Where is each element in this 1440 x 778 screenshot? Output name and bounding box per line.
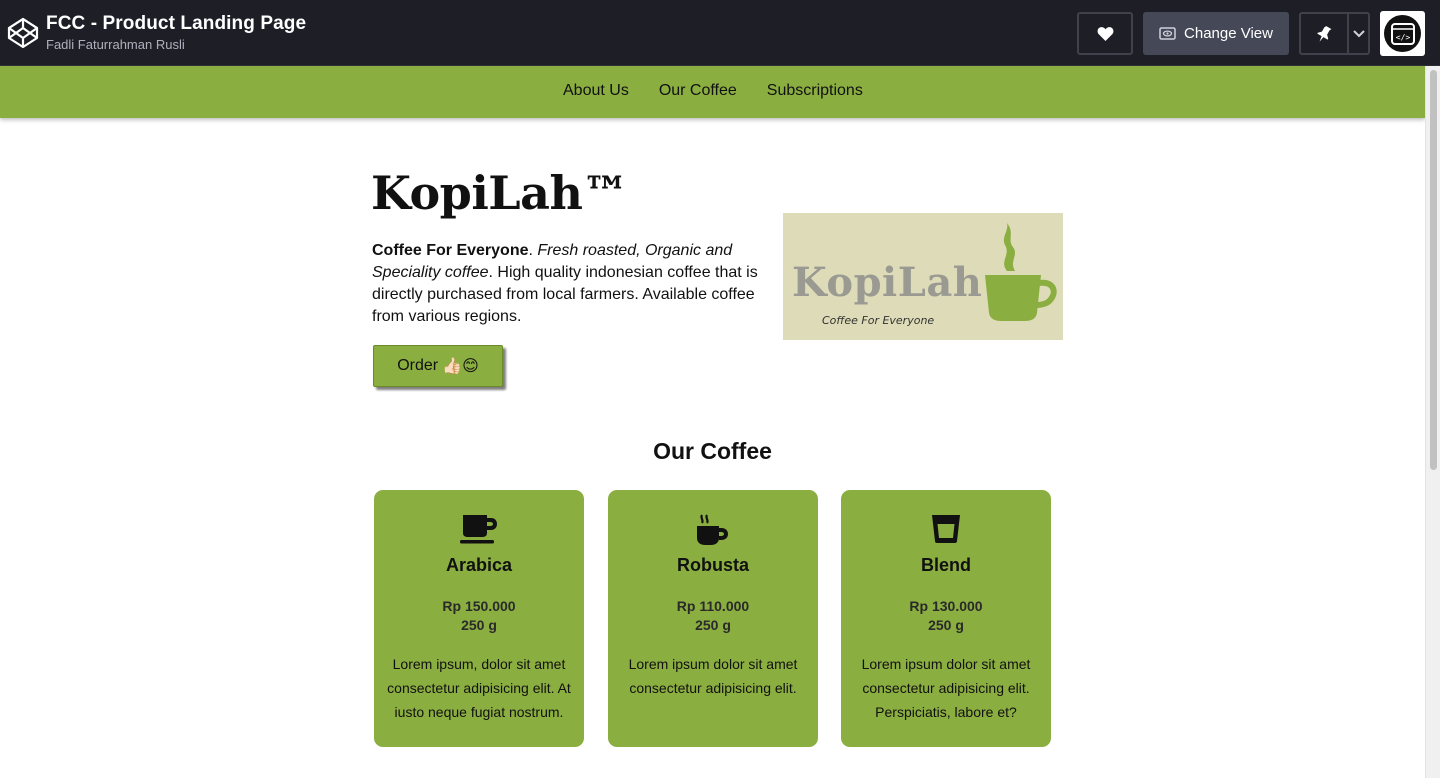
product-price: Rp 130.000	[909, 598, 983, 614]
svg-text:</>: </>	[1395, 33, 1410, 42]
logo-tagline: Coffee For Everyone	[822, 314, 935, 327]
order-button[interactable]: Order 👍🏻😊	[373, 345, 503, 387]
product-price: Rp 110.000	[676, 598, 750, 614]
nav-link-subscriptions[interactable]: Subscriptions	[767, 82, 863, 100]
user-avatar[interactable]: </>	[1380, 11, 1425, 56]
kopilah-logo-image: KopiLah Coffee For Everyone	[783, 213, 1063, 340]
codepen-header: FCC - Product Landing Page Fadli Faturra…	[0, 0, 1440, 66]
mug-icon	[460, 515, 497, 544]
change-view-button[interactable]: Change View	[1143, 12, 1289, 55]
site-navbar: About Us Our Coffee Subscriptions	[0, 66, 1425, 118]
order-label: Order	[397, 357, 439, 374]
pin-toggle[interactable]	[1301, 14, 1349, 53]
eye-icon	[1159, 27, 1176, 40]
intro-bold: Coffee For Everyone	[372, 242, 529, 259]
product-name: Blend	[920, 555, 971, 575]
product-price-block: Rp 110.000 250 g	[608, 597, 818, 635]
our-coffee-heading: Our Coffee	[653, 438, 772, 464]
product-description: Lorem ipsum, dolor sit amet consectetur …	[387, 656, 571, 720]
scrollbar-thumb[interactable]	[1430, 70, 1437, 470]
product-weight: 250 g	[928, 617, 964, 633]
product-weight: 250 g	[461, 617, 497, 633]
pen-author[interactable]: Fadli Faturrahman Rusli	[46, 37, 185, 52]
codepen-logo-icon[interactable]	[7, 17, 39, 49]
pin-icon	[1317, 25, 1332, 42]
product-name: Robusta	[677, 555, 749, 575]
coffee-cup-logo-icon	[985, 223, 1057, 321]
order-emoji: 👍🏻😊	[442, 358, 479, 375]
chevron-down-icon	[1352, 29, 1365, 37]
pin-menu-toggle[interactable]	[1349, 14, 1368, 53]
product-price: Rp 150.000	[442, 598, 516, 614]
pen-preview: About Us Our Coffee Subscriptions KopiLa…	[0, 66, 1425, 778]
product-card-robusta: Robusta Rp 110.000 250 g Lorem ipsum dol…	[608, 490, 818, 747]
code-icon: </>	[1390, 22, 1415, 45]
product-weight: 250 g	[695, 617, 731, 633]
product-price-block: Rp 130.000 250 g	[841, 597, 1051, 635]
preview-scrollbar[interactable]	[1425, 66, 1440, 778]
change-view-label: Change View	[1184, 25, 1273, 42]
logo-wordmark: KopiLah	[792, 259, 983, 306]
product-description: Lorem ipsum dolor sit amet consectetur a…	[861, 656, 1031, 720]
product-card-arabica: Arabica Rp 150.000 250 g Lorem ipsum, do…	[374, 490, 584, 747]
pin-button[interactable]	[1299, 12, 1370, 55]
product-description: Lorem ipsum dolor sit amet consectetur a…	[628, 656, 798, 696]
pen-title[interactable]: FCC - Product Landing Page	[46, 13, 306, 35]
heart-icon	[1097, 27, 1113, 41]
product-price-block: Rp 150.000 250 g	[374, 597, 584, 635]
product-name: Arabica	[445, 555, 513, 575]
like-button[interactable]	[1077, 12, 1133, 55]
nav-link-our-coffee[interactable]: Our Coffee	[659, 82, 737, 100]
intro-text: Coffee For Everyone. Fresh roasted, Orga…	[372, 240, 772, 328]
hot-mug-icon	[697, 514, 728, 545]
glass-icon	[932, 515, 960, 543]
product-card-blend: Blend Rp 130.000 250 g Lorem ipsum dolor…	[841, 490, 1051, 747]
nav-link-about-us[interactable]: About Us	[563, 82, 629, 100]
brand-heading: KopiLah™	[371, 166, 628, 220]
